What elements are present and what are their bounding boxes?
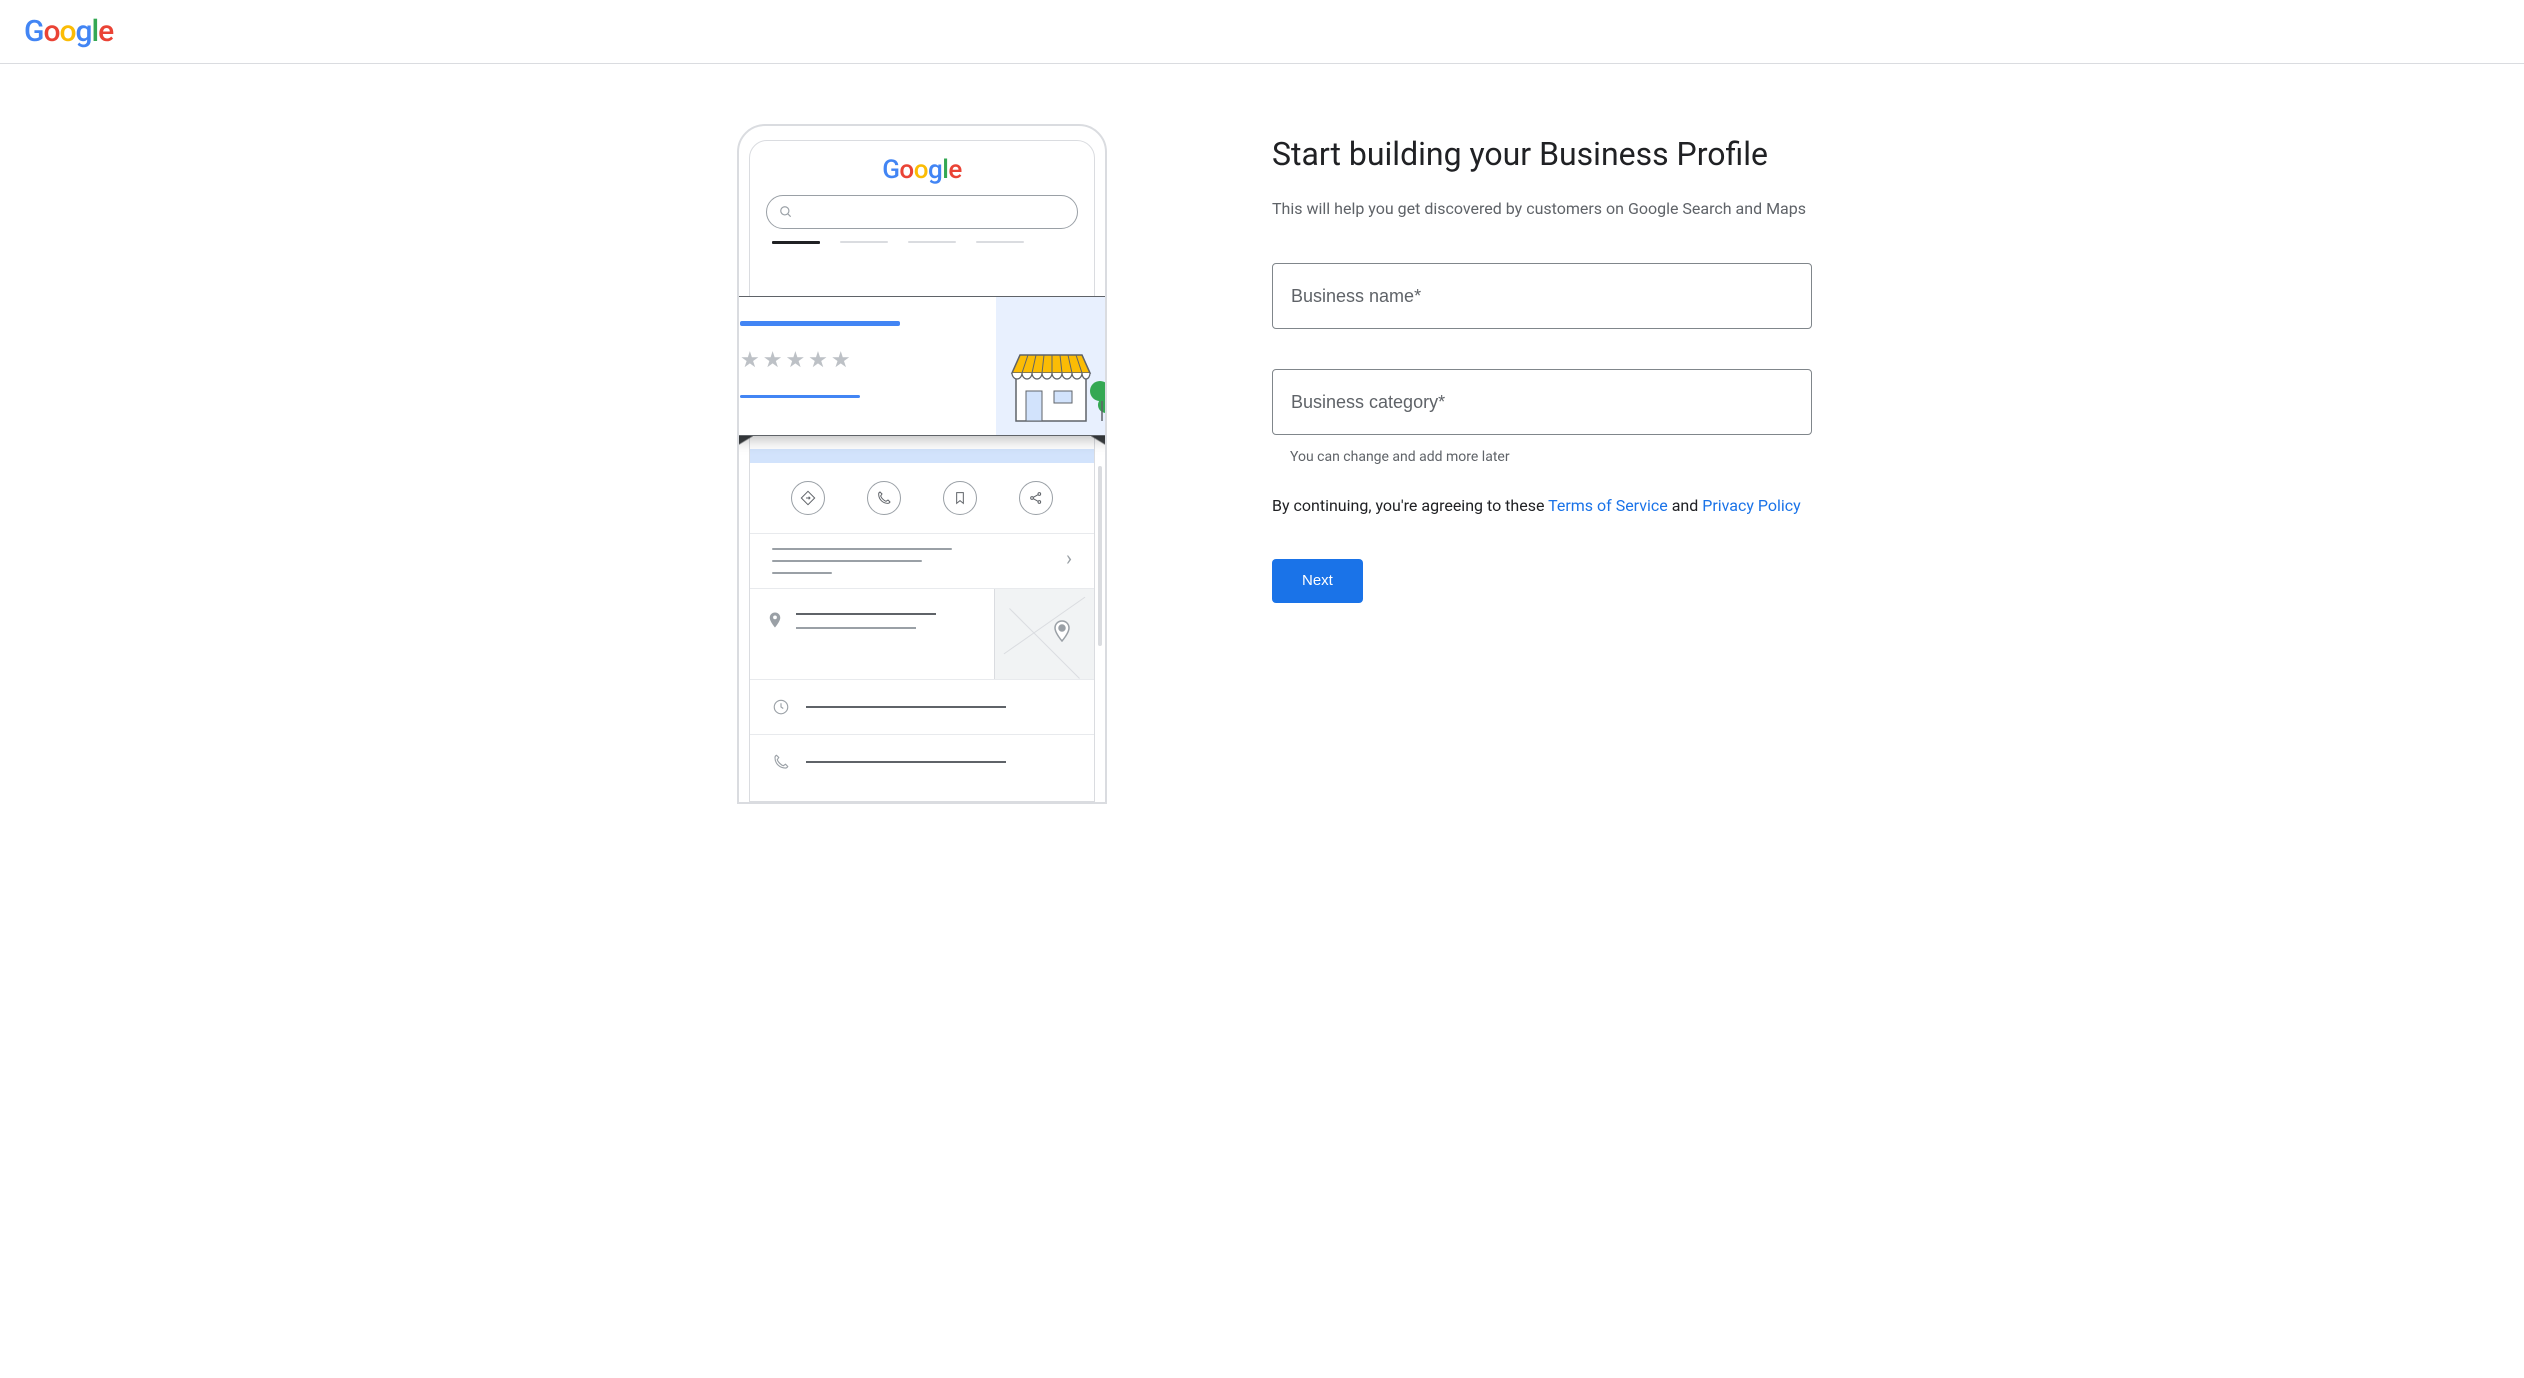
page-title: Start building your Business Profile: [1272, 134, 1812, 176]
main-content: Google: [0, 64, 2524, 864]
phone-icon: [772, 753, 790, 771]
bookmark-icon: [943, 481, 977, 515]
hours-row: [750, 679, 1094, 734]
map-pin-icon: [1050, 619, 1074, 643]
privacy-policy-link[interactable]: Privacy Policy: [1702, 496, 1801, 515]
legal-and: and: [1668, 496, 1703, 515]
phone-search-bar: [766, 195, 1078, 229]
illustration-panel: Google: [712, 124, 1132, 804]
storefront-icon: [1006, 343, 1107, 423]
business-name-input[interactable]: [1272, 263, 1812, 329]
action-icons-row: [750, 481, 1094, 533]
phone-tabs: [750, 241, 1094, 250]
description-row: ›: [750, 534, 1094, 588]
google-logo[interactable]: Google: [24, 14, 113, 49]
directions-icon: [791, 481, 825, 515]
search-icon: [779, 205, 793, 219]
star-rating-icon: ★★★★★: [740, 348, 974, 373]
share-icon: [1019, 481, 1053, 515]
phone-google-logo: Google: [750, 141, 1094, 195]
call-icon: [867, 481, 901, 515]
business-category-field-wrapper: [1272, 369, 1812, 435]
business-category-input[interactable]: [1272, 369, 1812, 435]
next-button[interactable]: Next: [1272, 559, 1363, 603]
terms-of-service-link[interactable]: Terms of Service: [1548, 496, 1668, 515]
business-result-card: ★★★★★: [737, 296, 1107, 436]
legal-text: By continuing, you're agreeing to these …: [1272, 493, 1812, 519]
business-name-field-wrapper: [1272, 263, 1812, 329]
address-row: [750, 588, 1094, 679]
phone-frame: Google: [737, 124, 1107, 804]
map-thumbnail: [994, 589, 1094, 679]
page-subtitle: This will help you get discovered by cus…: [1272, 196, 1812, 222]
phone-screen: Google: [749, 140, 1095, 802]
page-header: Google: [0, 0, 2524, 64]
form-panel: Start building your Business Profile Thi…: [1272, 124, 1812, 804]
phone-row: [750, 734, 1094, 789]
location-pin-icon: [766, 611, 784, 629]
clock-icon: [772, 698, 790, 716]
category-helper-text: You can change and add more later: [1272, 449, 1812, 465]
scroll-indicator: [1098, 466, 1102, 646]
chevron-right-icon: ›: [1066, 546, 1072, 570]
legal-prefix: By continuing, you're agreeing to these: [1272, 496, 1548, 515]
